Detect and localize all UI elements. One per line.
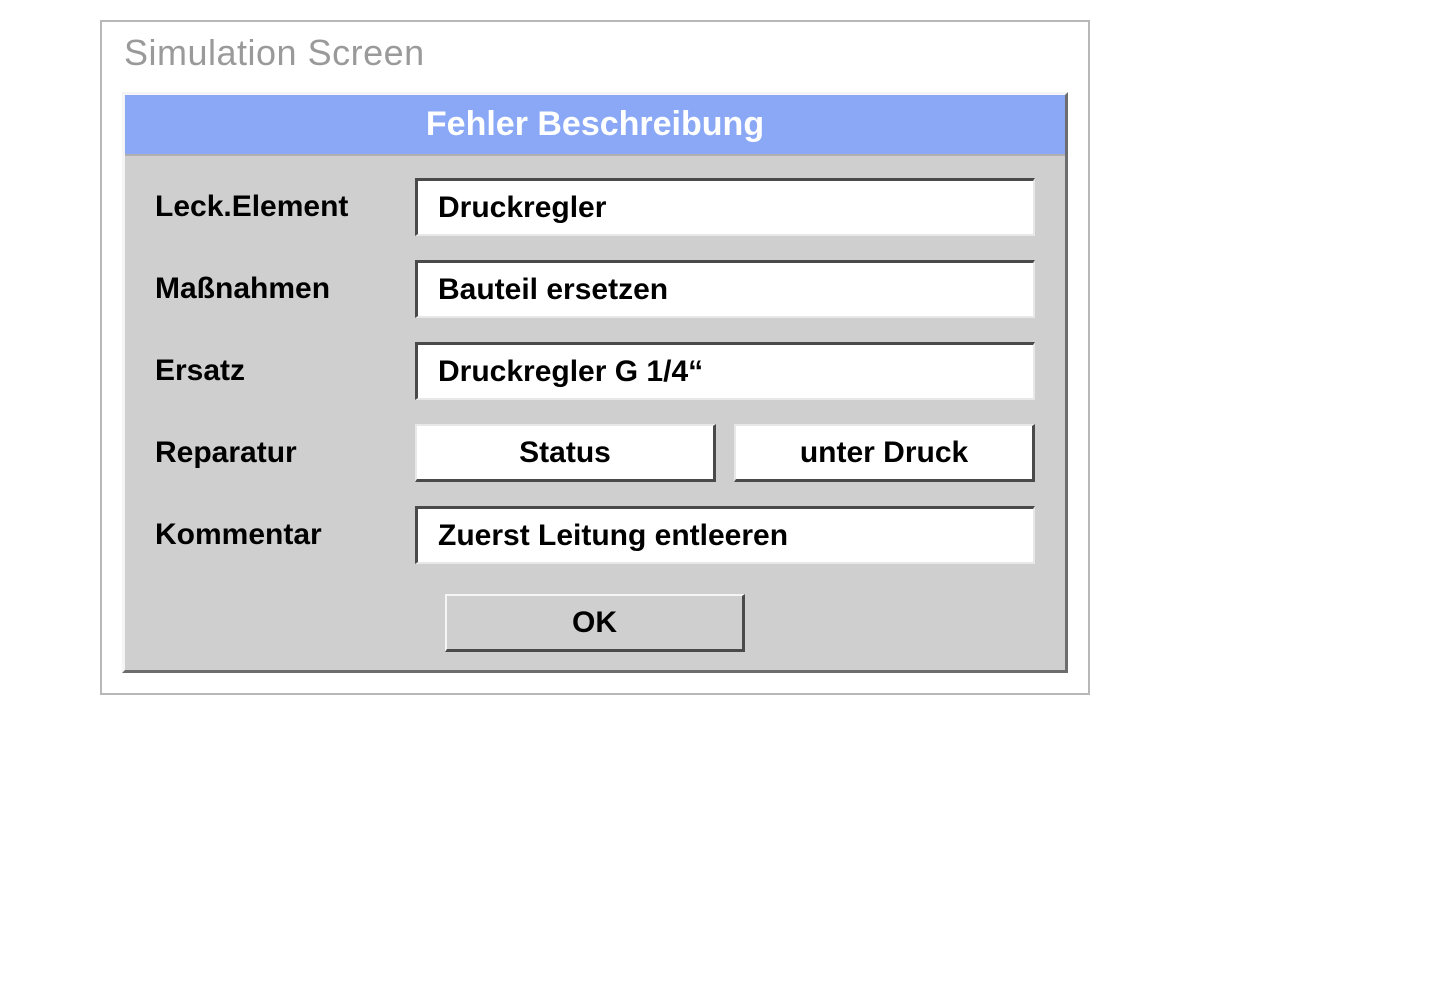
reparatur-buttons: Status unter Druck [415,424,1035,482]
label-leck-element: Leck.Element [155,190,415,224]
form-body: Leck.Element Druckregler Maßnahmen Baute… [125,156,1065,670]
error-description-panel: Fehler Beschreibung Leck.Element Druckre… [122,92,1068,673]
label-ersatz: Ersatz [155,354,415,388]
ok-row: OK [155,588,1035,652]
unter-druck-button[interactable]: unter Druck [734,424,1035,482]
window-title: Simulation Screen [102,22,1088,92]
row-ersatz: Ersatz Druckregler G 1/4“ [155,342,1035,400]
window: Simulation Screen Fehler Beschreibung Le… [100,20,1090,695]
ok-button[interactable]: OK [445,594,745,652]
panel-header: Fehler Beschreibung [125,95,1065,156]
status-button[interactable]: Status [415,424,716,482]
label-reparatur: Reparatur [155,436,415,470]
field-massnahmen[interactable]: Bauteil ersetzen [415,260,1035,318]
label-kommentar: Kommentar [155,518,415,552]
row-massnahmen: Maßnahmen Bauteil ersetzen [155,260,1035,318]
field-ersatz[interactable]: Druckregler G 1/4“ [415,342,1035,400]
row-leck-element: Leck.Element Druckregler [155,178,1035,236]
field-kommentar[interactable]: Zuerst Leitung entleeren [415,506,1035,564]
label-massnahmen: Maßnahmen [155,272,415,306]
row-kommentar: Kommentar Zuerst Leitung entleeren [155,506,1035,564]
row-reparatur: Reparatur Status unter Druck [155,424,1035,482]
field-leck-element[interactable]: Druckregler [415,178,1035,236]
